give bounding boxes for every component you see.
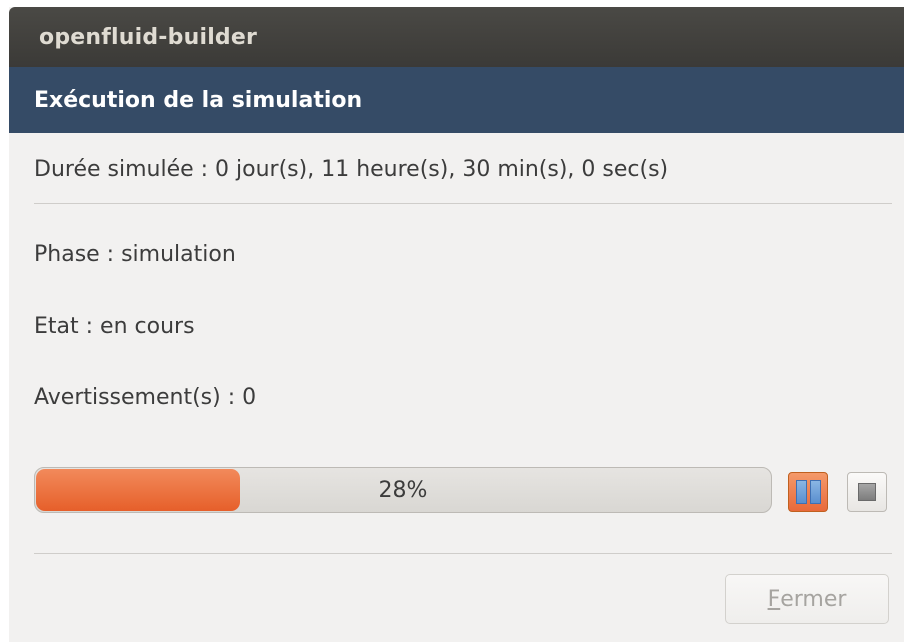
pause-icon-bar [809,480,821,504]
simulated-duration-row: Durée simulée : 0 jour(s), 11 heure(s), … [34,157,668,182]
phase-label: Phase : [34,242,115,267]
pause-button[interactable] [788,472,828,512]
duration-value: 0 jour(s), 11 heure(s), 30 min(s), 0 sec… [215,157,669,182]
simulation-dialog: openfluid-builder Exécution de la simula… [9,7,904,642]
progress-percent-text: 28% [378,477,428,503]
stop-icon [858,483,876,501]
dialog-title: Exécution de la simulation [34,87,363,113]
stop-button[interactable] [847,472,887,512]
phase-row: Phase : simulation [34,242,236,267]
warnings-row: Avertissement(s) : 0 [34,385,256,410]
dialog-header: Exécution de la simulation [9,67,904,133]
state-row: Etat : en cours [34,314,195,339]
window-title: openfluid-builder [39,24,258,50]
state-label: Etat : [34,314,94,339]
separator-bottom [34,553,892,554]
warnings-label: Avertissement(s) : [34,385,236,410]
pause-icon [795,480,807,504]
separator-top [34,203,892,204]
close-button[interactable]: Fermer [725,574,889,624]
simulation-progress-bar: 28% [34,467,772,513]
warnings-value: 0 [242,385,257,410]
phase-value: simulation [121,242,236,267]
window-titlebar[interactable]: openfluid-builder [9,7,904,67]
duration-label: Durée simulée : [34,157,209,182]
close-mnemonic: F [767,586,781,612]
state-value: en cours [100,314,195,339]
close-label-rest: ermer [780,586,847,612]
